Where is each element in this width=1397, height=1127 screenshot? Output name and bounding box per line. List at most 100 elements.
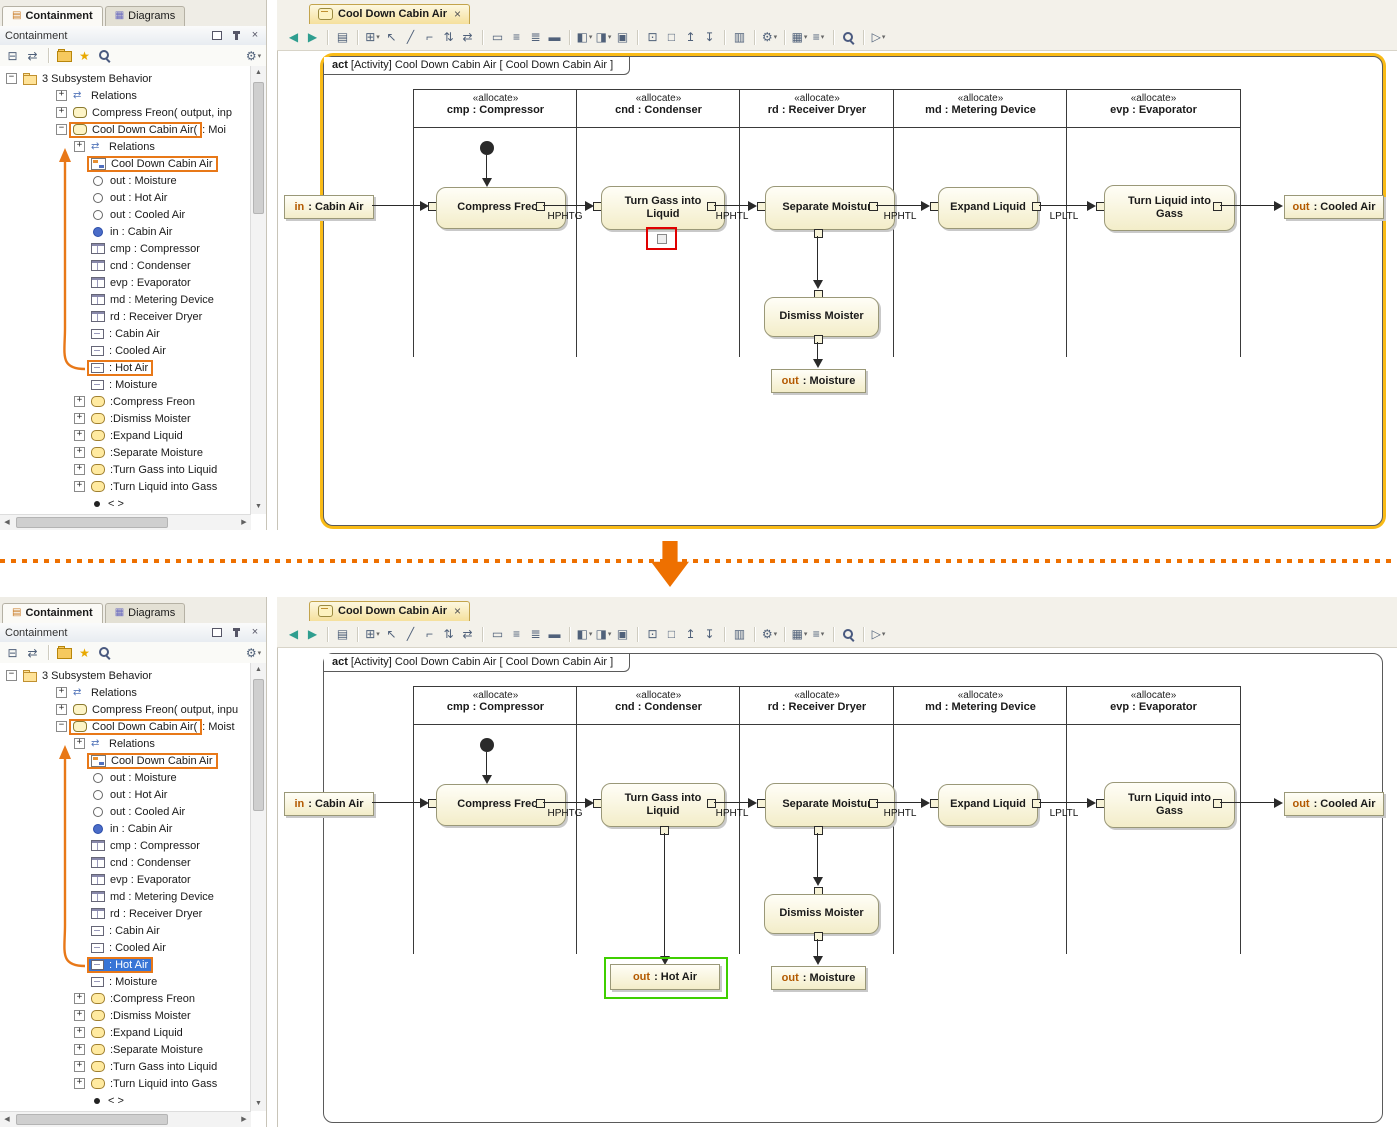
- windows-icon[interactable]: ▦▾: [791, 625, 808, 643]
- oblique-path-icon[interactable]: ╱: [402, 28, 419, 46]
- options-icon[interactable]: ⚙▾: [761, 28, 778, 46]
- select-icon[interactable]: ↖: [383, 625, 400, 643]
- tree-item-content[interactable]: out : Hot Air: [89, 789, 170, 801]
- tree-item-content[interactable]: Relations: [89, 738, 158, 750]
- object-flow-edge[interactable]: [714, 802, 749, 803]
- tree-item-out-cooled-air[interactable]: out : Cooled Air: [0, 206, 251, 223]
- scroll-down-icon[interactable]: ▼: [251, 1097, 266, 1111]
- link-with-editor-icon[interactable]: ⇄: [24, 644, 41, 662]
- oblique-path-icon[interactable]: ╱: [402, 625, 419, 643]
- scroll-right-icon[interactable]: ▶: [237, 515, 251, 530]
- tree-item-element[interactable]: < >: [0, 1092, 251, 1109]
- tree-item-content[interactable]: Cool Down Cabin Air: [89, 158, 216, 170]
- expand-icon[interactable]: +: [74, 447, 85, 458]
- list-icon[interactable]: ≡▾: [810, 28, 827, 46]
- tree-item-md-metering-device[interactable]: md : Metering Device: [0, 291, 251, 308]
- tree-item-content[interactable]: Compress Freon( output, inpu: [71, 704, 241, 716]
- diagram-tab[interactable]: Cool Down Cabin Air ×: [309, 4, 470, 24]
- tree-item-out-hot-air[interactable]: out : Hot Air: [0, 786, 251, 803]
- tree-item-content[interactable]: :Turn Liquid into Gass: [89, 481, 220, 493]
- object-flow-edge[interactable]: [876, 802, 922, 803]
- diagram-canvas[interactable]: act[Activity] Cool Down Cabin Air [ Cool…: [277, 648, 1397, 1127]
- tree-horizontal-scrollbar[interactable]: ◀ ▶: [0, 514, 251, 530]
- object-flow-edge[interactable]: [543, 802, 586, 803]
- tree-item-rd-receiver-dryer[interactable]: rd : Receiver Dryer: [0, 308, 251, 325]
- tree-item-cool-down-cabin-air[interactable]: −Cool Down Cabin Air( : Moist: [0, 718, 251, 735]
- tree-item-moisture[interactable]: : Moisture: [0, 376, 251, 393]
- tree-item-content[interactable]: md : Metering Device: [89, 294, 217, 306]
- tree-item-content[interactable]: : Cooled Air: [89, 942, 169, 954]
- scroll-up-icon[interactable]: ▲: [251, 663, 266, 677]
- tree-item-moisture[interactable]: : Moisture: [0, 973, 251, 990]
- control-flow-edge[interactable]: [486, 155, 487, 178]
- expand-icon[interactable]: +: [56, 687, 67, 698]
- line-color-icon[interactable]: ◨▾: [595, 625, 612, 643]
- scrollbar-thumb[interactable]: [253, 82, 264, 214]
- expand-icon[interactable]: +: [74, 1078, 85, 1089]
- open-diagram-icon[interactable]: [56, 644, 73, 662]
- tree-item-content[interactable]: :Separate Moisture: [89, 447, 206, 459]
- run-icon[interactable]: ▷▾: [870, 625, 887, 643]
- tree-item-cool-down-cabin-air[interactable]: Cool Down Cabin Air: [0, 155, 251, 172]
- expand-icon[interactable]: +: [74, 1044, 85, 1055]
- collapse-icon[interactable]: −: [6, 670, 17, 681]
- action-dismiss-moister[interactable]: Dismiss Moister: [764, 297, 879, 337]
- float-panel-icon[interactable]: [211, 30, 223, 42]
- object-flow-edge[interactable]: [876, 205, 922, 206]
- tab-diagrams[interactable]: ▦ Diagrams: [105, 6, 186, 26]
- tree-item-content[interactable]: : Hot Air: [89, 362, 151, 374]
- tree-item-content[interactable]: cmp : Compressor: [89, 243, 203, 255]
- object-flow-edge[interactable]: [817, 833, 818, 878]
- tree-vertical-scrollbar[interactable]: ▲ ▼: [250, 66, 266, 514]
- panel-options-icon[interactable]: ⚙▾: [245, 644, 262, 662]
- tree-item-content[interactable]: 3 Subsystem Behavior: [21, 670, 155, 682]
- expand-icon[interactable]: +: [74, 993, 85, 1004]
- input-pin-cabin-air[interactable]: in: Cabin Air: [284, 792, 374, 816]
- tree-item-content[interactable]: : Hot Air: [89, 959, 151, 971]
- scroll-up-icon[interactable]: ▲: [251, 66, 266, 80]
- tree-item-content[interactable]: : Moisture: [89, 379, 160, 391]
- tree-item-relations[interactable]: +Relations: [0, 684, 251, 701]
- tree-item-content[interactable]: out : Cooled Air: [89, 209, 188, 221]
- tree-item-content[interactable]: out : Moisture: [89, 175, 180, 187]
- distribute-icon[interactable]: ≣: [527, 625, 544, 643]
- tree-item-content[interactable]: :Turn Gass into Liquid: [89, 464, 220, 476]
- tree-item-3-subsystem-behavior[interactable]: −3 Subsystem Behavior: [0, 70, 251, 87]
- tree-item-turn-gass-into-liquid[interactable]: +:Turn Gass into Liquid: [0, 461, 251, 478]
- tree-item-separate-moisture[interactable]: +:Separate Moisture: [0, 1041, 251, 1058]
- align-icon[interactable]: ▭: [489, 625, 506, 643]
- tree-item-compress-freon-output-inp[interactable]: +Compress Freon( output, inp: [0, 104, 251, 121]
- output-pin-hot-air[interactable]: out: Hot Air: [610, 964, 720, 990]
- tree-item-cabin-air[interactable]: : Cabin Air: [0, 922, 251, 939]
- open-diagram-icon[interactable]: [56, 47, 73, 65]
- tree-item-out-cooled-air[interactable]: out : Cooled Air: [0, 803, 251, 820]
- tree-item-content[interactable]: Cool Down Cabin Air(: [71, 124, 200, 136]
- favorites-icon[interactable]: ★: [76, 47, 93, 65]
- options-icon[interactable]: ⚙▾: [761, 625, 778, 643]
- object-flow-edge[interactable]: [372, 205, 420, 206]
- forward-icon[interactable]: ▶: [304, 28, 321, 46]
- tree-item-content[interactable]: :Compress Freon: [89, 396, 198, 408]
- layout-icon[interactable]: ⊞▾: [364, 28, 381, 46]
- tree-item-hot-air[interactable]: : Hot Air: [0, 956, 251, 973]
- tree-item-content[interactable]: evp : Evaporator: [89, 874, 194, 886]
- select-icon[interactable]: ↖: [383, 28, 400, 46]
- edge-label-hphtg[interactable]: HPHTG: [537, 211, 593, 222]
- tree-item-content[interactable]: :Turn Gass into Liquid: [89, 1061, 220, 1073]
- object-flow-edge[interactable]: [817, 939, 818, 956]
- expand-icon[interactable]: +: [74, 481, 85, 492]
- layout-icon[interactable]: ⊞▾: [364, 625, 381, 643]
- hidden-pin-red-highlight[interactable]: [646, 227, 677, 250]
- float-panel-icon[interactable]: [211, 627, 223, 639]
- action-expand-liquid[interactable]: Expand Liquid: [938, 784, 1038, 826]
- fill-color-icon[interactable]: ◧▾: [576, 28, 593, 46]
- close-tab-icon[interactable]: ×: [454, 606, 461, 616]
- expand-icon[interactable]: +: [56, 704, 67, 715]
- run-icon[interactable]: ▷▾: [870, 28, 887, 46]
- validation-icon[interactable]: ▥: [731, 28, 748, 46]
- tree-item-md-metering-device[interactable]: md : Metering Device: [0, 888, 251, 905]
- tab-diagrams[interactable]: ▦ Diagrams: [105, 603, 186, 623]
- action-expand-liquid[interactable]: Expand Liquid: [938, 187, 1038, 229]
- output-pin-moisture[interactable]: out: Moisture: [771, 369, 866, 393]
- forward-icon[interactable]: ▶: [304, 625, 321, 643]
